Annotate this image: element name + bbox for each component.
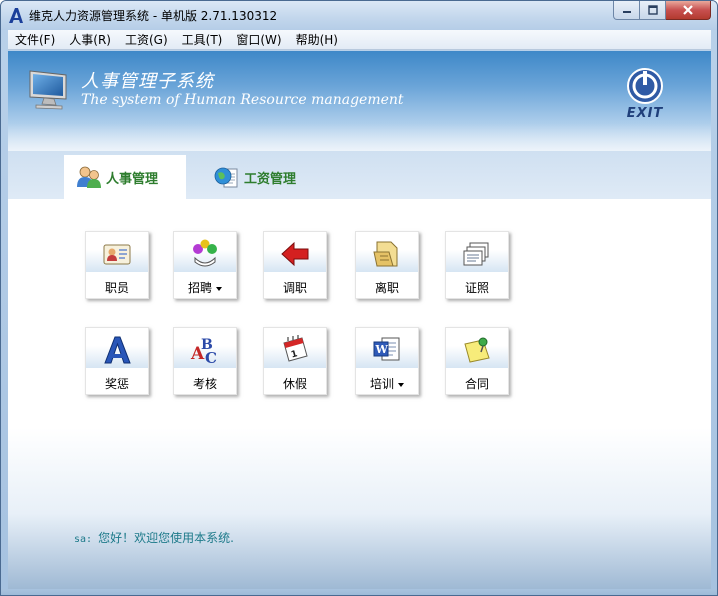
tile-label-with-dropdown: 招聘 [174,279,236,296]
menu-tools[interactable]: 工具(T) [175,31,230,48]
users-icon [77,166,101,188]
tile-training[interactable]: W 培训 [355,327,419,395]
abc-letters-icon: A B C [190,337,217,366]
app-logo-icon [9,8,23,23]
title-bar[interactable]: 维克人力资源管理系统 - 单机版 2.71.130312 [1,1,717,30]
system-title: 人事管理子系统 [81,71,214,92]
status-username: sa: [74,534,93,545]
window-title: 维克人力资源管理系统 - 单机版 2.71.130312 [29,9,278,23]
calendar-icon: 1 [283,335,308,362]
maximize-icon [647,5,658,15]
minimize-button[interactable] [613,1,640,20]
minimize-icon [622,11,631,13]
tab-label: 工资管理 [244,171,297,187]
menu-personnel[interactable]: 人事(R) [62,31,118,48]
tile-resignation[interactable]: 离职 [355,231,419,299]
svg-text:W: W [375,343,389,356]
tab-label: 人事管理 [106,171,159,187]
tile-transfer[interactable]: 调职 [263,231,327,299]
app-window: 维克人力资源管理系统 - 单机版 2.71.130312 文件(F) 人事(R)… [0,0,718,596]
window-controls [613,1,711,21]
menu-help[interactable]: 帮助(H) [289,31,345,48]
tab-payroll-management[interactable]: 工资管理 [202,155,312,199]
id-card-icon [103,244,131,265]
tile-label: 合同 [464,377,489,391]
svg-text:C: C [205,349,217,366]
tile-label: 培训 [369,377,394,391]
tile-certificates[interactable]: 证照 [445,231,509,299]
menu-payroll[interactable]: 工资(G) [118,31,175,48]
tile-contract[interactable]: 合同 [445,327,509,395]
folder-exit-icon [373,241,398,267]
menu-window[interactable]: 窗口(W) [229,31,288,48]
tile-rewards-penalties[interactable]: 奖惩 [85,327,149,395]
monitor-icon [29,70,67,110]
exit-button[interactable]: EXIT [623,68,667,124]
tile-label: 奖惩 [104,377,129,391]
tab-bar: 人事管理 工资管理 [8,151,711,199]
header-banner: 人事管理子系统 The system of Human Resource man… [8,51,711,151]
tile-leave[interactable]: 1 休假 [263,327,327,395]
tile-employee[interactable]: 职员 [85,231,149,299]
card-stack-icon [463,242,489,266]
close-icon [683,5,693,15]
exit-power-icon [627,68,663,104]
client-area: 人事管理子系统 The system of Human Resource man… [8,51,711,589]
word-document-icon: W [373,337,400,361]
exit-label: EXIT [626,106,664,121]
welcome-status: sa: 您好！欢迎您使用本系统. [74,529,234,546]
tile-label: 休假 [282,377,307,391]
tile-recruitment[interactable]: 招聘 [173,231,237,299]
blue-letter-a-icon [104,336,131,364]
tile-label: 考核 [192,377,217,391]
maximize-button[interactable] [640,1,666,20]
globe-document-icon [214,167,238,188]
tile-label-with-dropdown: 培训 [356,375,418,392]
header-glow [8,123,711,151]
tile-label: 证照 [464,281,489,295]
tile-label: 离职 [374,281,399,295]
close-button[interactable] [666,1,711,20]
menu-file[interactable]: 文件(F) [8,31,62,48]
chevron-down-icon [216,286,222,291]
system-subtitle: The system of Human Resource management [81,92,404,108]
recruit-balls-icon [193,239,217,267]
status-message: 您好！欢迎您使用本系统. [98,531,234,545]
red-arrow-icon [281,241,309,267]
chevron-down-icon [398,382,404,387]
menu-bar: 文件(F) 人事(R) 工资(G) 工具(T) 窗口(W) 帮助(H) [8,30,711,50]
tile-label: 招聘 [187,281,212,295]
tile-label: 职员 [104,281,129,295]
tab-personnel-management[interactable]: 人事管理 [64,155,186,199]
tile-assessment[interactable]: A B C 考核 [173,327,237,395]
sticky-note-pin-icon [464,337,490,363]
window-bottom-border [1,589,717,595]
tile-label: 调职 [282,281,307,295]
